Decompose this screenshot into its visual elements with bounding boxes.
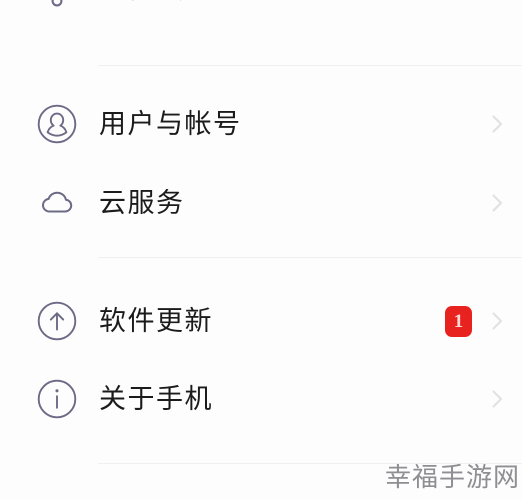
settings-row-user-account[interactable]: 用户与帐号 xyxy=(0,85,522,163)
site-watermark: 幸福手游网 xyxy=(384,463,520,493)
settings-row-trailing xyxy=(486,192,508,214)
settings-row-cloud-service[interactable]: 云服务 xyxy=(0,164,522,242)
cloud-icon xyxy=(36,182,78,224)
settings-row-software-update[interactable]: 软件更新 1 xyxy=(0,282,522,360)
software-update-arrow-up-circle-icon xyxy=(36,300,78,342)
chevron-right-icon[interactable] xyxy=(486,388,508,410)
list-divider xyxy=(98,257,522,258)
settings-row-trailing: 1 xyxy=(445,305,508,337)
settings-row-trailing xyxy=(486,113,508,135)
update-count-badge: 1 xyxy=(445,305,472,337)
settings-list-screen: 其他设置 用户与帐号 xyxy=(0,0,522,500)
info-circle-icon xyxy=(36,378,78,420)
user-account-circle-icon xyxy=(36,103,78,145)
settings-row-label: 用户与帐号 xyxy=(99,108,242,139)
more-settings-dots-icon xyxy=(36,0,78,10)
chevron-right-icon[interactable] xyxy=(486,113,508,135)
settings-row-label: 云服务 xyxy=(99,187,185,218)
settings-row-label: 软件更新 xyxy=(99,305,213,336)
list-divider xyxy=(98,65,522,66)
settings-row-trailing xyxy=(486,388,508,410)
settings-row-label: 其他设置 xyxy=(99,0,213,3)
chevron-right-icon[interactable] xyxy=(486,192,508,214)
settings-row-label: 关于手机 xyxy=(99,383,213,414)
settings-row-other-settings[interactable]: 其他设置 xyxy=(0,0,522,28)
settings-row-about-phone[interactable]: 关于手机 xyxy=(0,360,522,438)
chevron-right-icon[interactable] xyxy=(486,310,508,332)
